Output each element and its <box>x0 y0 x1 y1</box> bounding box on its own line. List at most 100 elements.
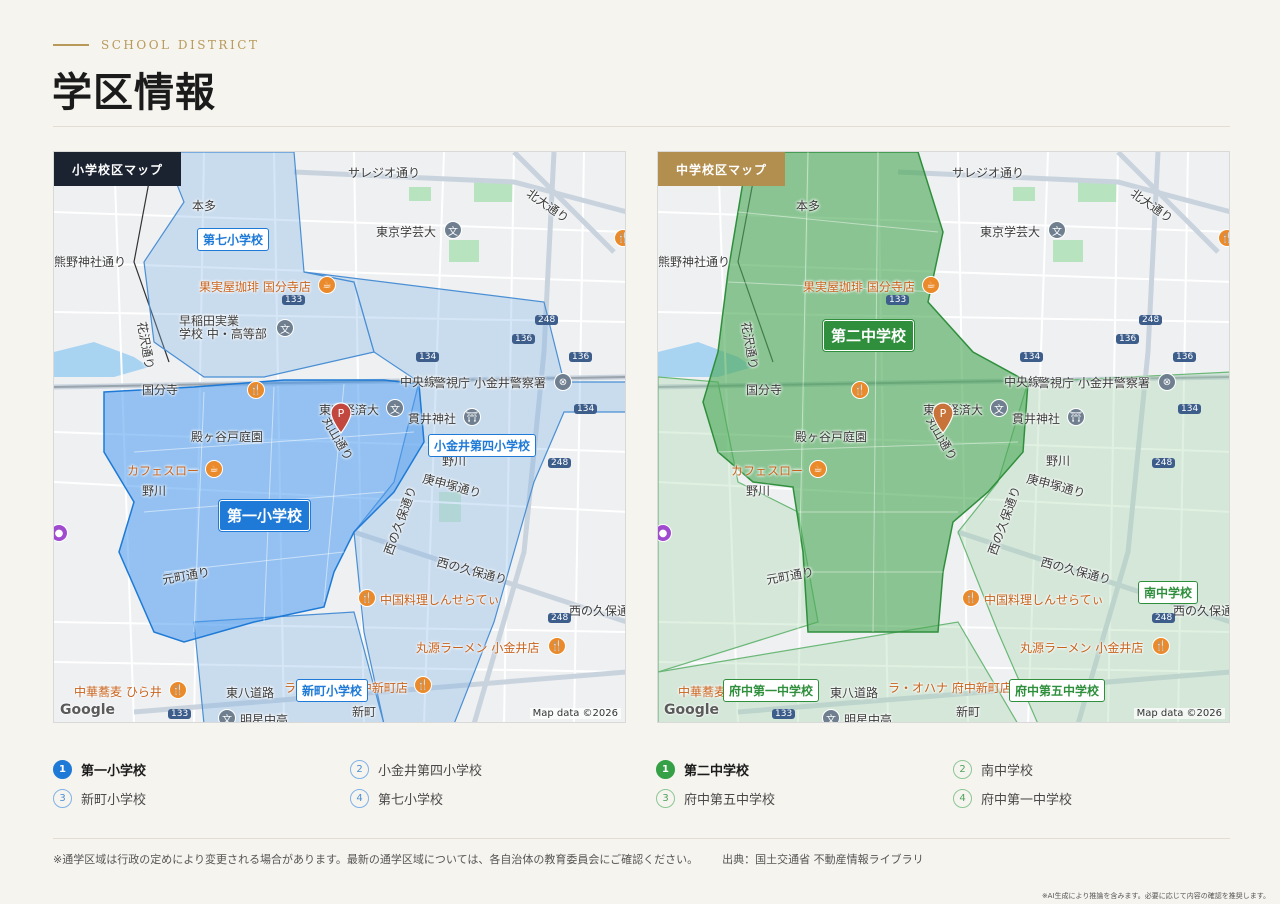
label-nukui: 貫井神社 <box>408 412 457 426</box>
label-nukui: 貫井神社 <box>1012 412 1061 426</box>
map-data-attribution: Map data ©2026 <box>1133 708 1225 719</box>
school-tag-shinmachi[interactable]: 新町小学校 <box>296 679 369 702</box>
cafe-slow-icon: ☕ <box>809 460 827 478</box>
route-shield: 136 <box>512 334 536 344</box>
label-salesio: サレジオ通り <box>348 166 421 180</box>
label-nishinokubo-r: 西の久保通 <box>1173 604 1230 618</box>
cafe-icon: ☕ <box>922 276 940 294</box>
label-salesio: サレジオ通り <box>952 166 1025 180</box>
legend-school-name: 第一小学校 <box>81 764 147 779</box>
label-tonogayato: 殿ヶ谷戸庭園 <box>795 430 868 444</box>
label-kumano: 熊野神社通り <box>658 255 731 269</box>
hirai-icon: 🍴 <box>169 681 187 699</box>
label-meisei: 明星中高 <box>844 713 893 723</box>
legend-number: 3 <box>53 789 72 808</box>
map-data-attribution: Map data ©2026 <box>529 708 621 719</box>
route-shield: 248 <box>1139 315 1163 325</box>
route-shield: 134 <box>574 404 598 414</box>
footnote: ※通学区域は行政の定めにより変更される場合があります。最新の通学区域については、… <box>53 851 924 867</box>
legend-number: 3 <box>656 789 675 808</box>
legend-number: 4 <box>953 789 972 808</box>
legend-school-name: 第七小学校 <box>378 793 444 808</box>
university-icon: 文 <box>444 221 462 239</box>
shinserati-icon: 🍴 <box>358 589 376 607</box>
elementary-district-map[interactable]: 小学校区マップ サレジオ通り 北大通り 本多 東京学芸大 文 熊野神社通り 果実… <box>53 151 626 723</box>
label-chuo: 中央線 <box>1004 375 1041 389</box>
edge-restaurant-icon: 🍴 <box>614 229 625 247</box>
label-honda: 本多 <box>796 199 821 213</box>
legend-junior-1[interactable]: 1 第二中学校 <box>656 760 749 779</box>
route-shield: 248 <box>548 458 572 468</box>
route-shield: 134 <box>1178 404 1202 414</box>
label-nishinokubo-r: 西の久保通 <box>569 604 626 618</box>
label-police: 警視庁 小金井警察署 <box>434 376 546 390</box>
label-gakugei: 東京学芸大 <box>980 225 1041 239</box>
school-tag-fuchu5[interactable]: 府中第五中学校 <box>1009 679 1106 702</box>
marugen-icon: 🍴 <box>548 637 566 655</box>
route-shield: 136 <box>569 352 593 362</box>
label-honda: 本多 <box>192 199 217 213</box>
meisei-icon: 文 <box>822 709 840 722</box>
legend-elementary-1[interactable]: 1 第一小学校 <box>53 760 146 779</box>
route-shield: 134 <box>416 352 440 362</box>
cafe-icon: ☕ <box>318 276 336 294</box>
label-shinserati: 中国料理しんせらてぃ <box>380 593 500 607</box>
legend-number: 4 <box>350 789 369 808</box>
school-tag-selected-daiichi[interactable]: 第一小学校 <box>219 500 311 531</box>
school-tag-selected-daini[interactable]: 第二中学校 <box>823 320 915 351</box>
legend-school-name: 小金井第四小学校 <box>378 764 483 779</box>
legend-school-name: 南中学校 <box>981 764 1034 779</box>
legend-elementary-2[interactable]: 2 小金井第四小学校 <box>350 760 482 779</box>
legend-junior-3[interactable]: 3 府中第五中学校 <box>656 789 775 808</box>
legend-junior-2[interactable]: 2 南中学校 <box>953 760 1033 779</box>
label-chuo: 中央線 <box>400 375 437 389</box>
school-tag-daishichi[interactable]: 第七小学校 <box>197 228 270 251</box>
footer-divider <box>53 838 1230 839</box>
legend-elementary-4[interactable]: 4 第七小学校 <box>350 789 443 808</box>
legend-junior-4[interactable]: 4 府中第一中学校 <box>953 789 1072 808</box>
label-higashi8: 東八道路 <box>830 686 879 700</box>
label-kumano: 熊野神社通り <box>54 255 127 269</box>
svg-text:P: P <box>338 407 345 420</box>
label-shinserati: 中国料理しんせらてぃ <box>984 593 1104 607</box>
label-higashi8: 東八道路 <box>226 686 275 700</box>
shrine-icon: ⛩ <box>463 408 481 426</box>
school-tag-koganei4[interactable]: 小金井第四小学校 <box>428 434 537 457</box>
property-pin-icon[interactable]: P <box>330 402 352 434</box>
shinserati-icon: 🍴 <box>962 589 980 607</box>
route-shield: 248 <box>1152 458 1176 468</box>
edge-restaurant-icon: 🍴 <box>1218 229 1229 247</box>
junior-district-map[interactable]: 中学校区マップ サレジオ通り 北大通り 本多 東京学芸大 文 熊野神社通り 果実… <box>657 151 1230 723</box>
label-gakugei: 東京学芸大 <box>376 225 437 239</box>
route-shield: 248 <box>535 315 559 325</box>
label-nogawa-2: 野川 <box>142 484 167 498</box>
label-marugen: 丸源ラーメン 小金井店 <box>1020 641 1144 655</box>
label-waseda: 早稲田実業 学校 中・高等部 <box>179 314 267 341</box>
ai-disclaimer: ※AI生成により推論を含みます。必要に応じて内容の確認を推奨します。 <box>1041 892 1270 900</box>
junior-map-label: 中学校区マップ <box>658 152 786 186</box>
header-divider <box>53 126 1230 127</box>
school-tag-fuchu1[interactable]: 府中第一中学校 <box>723 679 820 702</box>
ohana-icon: 🍴 <box>414 676 432 694</box>
police-icon: ⊗ <box>554 373 572 391</box>
route-shield: 248 <box>1152 613 1176 623</box>
label-meisei: 明星中高 <box>240 713 289 723</box>
page-title: 学区情報 <box>52 69 216 116</box>
property-pin-icon[interactable]: P <box>932 402 954 434</box>
route-shield: 133 <box>282 295 306 305</box>
police-icon: ⊗ <box>1158 373 1176 391</box>
label-cafe-slow: カフェスロー <box>127 464 200 478</box>
legend-school-name: 新町小学校 <box>81 793 147 808</box>
legend-school-name: 府中第一中学校 <box>981 793 1073 808</box>
legend-school-name: 第二中学校 <box>684 764 750 779</box>
route-shield: 133 <box>772 709 796 719</box>
school-tag-minami[interactable]: 南中学校 <box>1138 581 1199 604</box>
legend-elementary-3[interactable]: 3 新町小学校 <box>53 789 146 808</box>
route-shield: 136 <box>1116 334 1140 344</box>
keizai-university-icon: 文 <box>990 399 1008 417</box>
restaurant-icon: 🍴 <box>247 381 265 399</box>
source-text: 出典：国土交通省 不動産情報ライブラリ <box>722 853 924 866</box>
label-shinmachi: 新町 <box>956 705 981 719</box>
eyebrow-rule <box>53 44 89 46</box>
label-shinmachi: 新町 <box>352 705 377 719</box>
